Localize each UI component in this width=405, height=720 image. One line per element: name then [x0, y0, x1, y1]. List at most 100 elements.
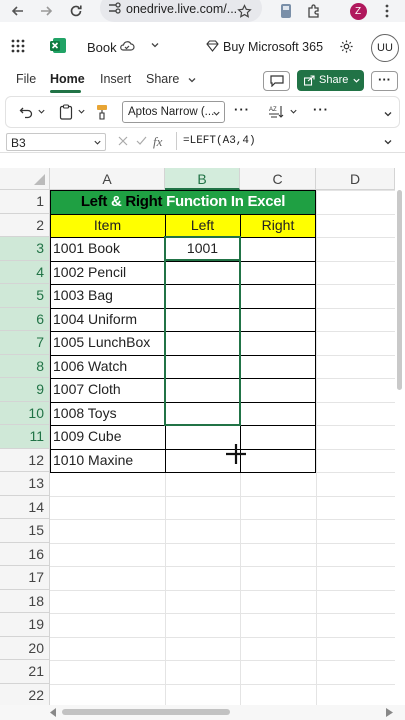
- settings-gear-icon[interactable]: [339, 39, 354, 54]
- row-header[interactable]: 8: [0, 354, 50, 378]
- row-header[interactable]: 11: [0, 425, 50, 449]
- insert-function-button[interactable]: fx: [153, 134, 162, 150]
- more-font-options[interactable]: ···: [234, 102, 250, 117]
- active-cell[interactable]: [164, 236, 241, 261]
- column-header-c[interactable]: C: [240, 168, 316, 190]
- row-header[interactable]: 3: [0, 237, 50, 261]
- tab-home[interactable]: Home: [50, 72, 85, 86]
- row-header[interactable]: 1: [0, 190, 50, 214]
- title-banner[interactable]: Left & Right Function In Excel: [50, 190, 316, 214]
- comment-icon: [270, 75, 284, 87]
- document-title[interactable]: Book: [87, 40, 117, 55]
- cell-item[interactable]: 1004 Uniform: [50, 308, 165, 332]
- tab-file[interactable]: File: [16, 72, 36, 86]
- row-header[interactable]: 16: [0, 542, 50, 566]
- expand-ribbon-chevron-icon[interactable]: [383, 109, 393, 119]
- column-header-d[interactable]: D: [316, 168, 395, 190]
- format-painter-icon[interactable]: [96, 104, 108, 120]
- diamond-icon: [206, 40, 219, 52]
- formula-input[interactable]: =LEFT(A3,4): [183, 135, 256, 147]
- gridline-h: [50, 660, 395, 661]
- row-header[interactable]: 9: [0, 378, 50, 402]
- header-left[interactable]: Left: [165, 213, 240, 237]
- app-launcher-icon[interactable]: [11, 39, 25, 53]
- row-header[interactable]: 19: [0, 613, 50, 637]
- scroll-left-arrow-icon[interactable]: [50, 708, 57, 717]
- extensions-icon[interactable]: [304, 1, 324, 21]
- table-border-h: [50, 472, 316, 473]
- select-all-corner[interactable]: [0, 168, 50, 190]
- browser-menu-icon[interactable]: [377, 1, 397, 21]
- gridline-h: [50, 495, 395, 497]
- more-options-button[interactable]: ···: [371, 71, 398, 91]
- cell-item[interactable]: 1007 Cloth: [50, 378, 165, 402]
- selection-range[interactable]: [164, 236, 241, 426]
- row-header[interactable]: 12: [0, 448, 50, 472]
- buy-microsoft-link[interactable]: Buy Microsoft 365: [223, 40, 323, 54]
- row-header[interactable]: 7: [0, 331, 50, 355]
- column-header-b[interactable]: B: [165, 168, 240, 190]
- bookmark-star-icon[interactable]: [234, 1, 254, 21]
- vertical-scrollbar[interactable]: [397, 190, 402, 390]
- row-header[interactable]: 17: [0, 566, 50, 590]
- cloud-saved-icon: [119, 40, 135, 52]
- tab-insert[interactable]: Insert: [100, 72, 131, 86]
- cell-item[interactable]: 1005 LunchBox: [50, 331, 165, 355]
- cell-item[interactable]: 1008 Toys: [50, 402, 165, 426]
- save-page-icon[interactable]: [276, 1, 296, 21]
- cancel-entry-icon[interactable]: [118, 136, 128, 146]
- excel-icon[interactable]: [50, 37, 67, 54]
- undo-icon[interactable]: [19, 105, 33, 119]
- row-header[interactable]: 15: [0, 519, 50, 543]
- tab-share[interactable]: Share: [146, 72, 179, 86]
- font-name-select[interactable]: Aptos Narrow (...: [122, 101, 225, 123]
- title-rest: Function In Excel: [166, 193, 286, 210]
- expand-formula-chevron-icon[interactable]: [383, 137, 393, 147]
- avatar[interactable]: UU: [371, 34, 399, 62]
- profile-avatar[interactable]: Z: [348, 1, 368, 21]
- cell-item[interactable]: 1006 Watch: [50, 355, 165, 379]
- row-header[interactable]: 13: [0, 472, 50, 496]
- header-item[interactable]: Item: [50, 213, 165, 237]
- table-border-v: [315, 190, 316, 472]
- back-arrow-icon[interactable]: [8, 1, 28, 21]
- chevron-down-icon[interactable]: [150, 40, 160, 50]
- row-header[interactable]: 6: [0, 307, 50, 331]
- worksheet-grid[interactable]: A B C D 1 2 3 4 5 6 7 8 9 10 11 12 13 14 15 16 17 18 19 20 2…: [0, 168, 395, 710]
- row-header[interactable]: 20: [0, 636, 50, 660]
- sort-filter-icon[interactable]: AZ: [268, 104, 284, 120]
- paste-chevron-icon[interactable]: [77, 107, 86, 116]
- forward-arrow-icon[interactable]: [36, 1, 56, 21]
- row-header[interactable]: 14: [0, 495, 50, 519]
- cell-item[interactable]: 1010 Maxine: [50, 449, 165, 473]
- name-box[interactable]: B3: [6, 133, 106, 151]
- header-right[interactable]: Right: [240, 213, 316, 237]
- row-header[interactable]: 5: [0, 284, 50, 308]
- column-header-a[interactable]: A: [50, 168, 165, 190]
- cell-item[interactable]: 1001 Book: [50, 237, 165, 261]
- reload-icon[interactable]: [66, 1, 86, 21]
- cell-item[interactable]: 1009 Cube: [50, 425, 165, 449]
- share-button[interactable]: Share: [297, 70, 364, 91]
- row-header[interactable]: 22: [0, 683, 50, 707]
- row-header[interactable]: 18: [0, 589, 50, 613]
- comments-button[interactable]: [263, 71, 290, 91]
- site-info-icon[interactable]: [108, 2, 121, 14]
- row-header[interactable]: 2: [0, 213, 50, 237]
- cell-item[interactable]: 1003 Bag: [50, 284, 165, 308]
- title-right: Right: [125, 193, 167, 210]
- horizontal-scrollbar[interactable]: [62, 709, 230, 715]
- cell-item[interactable]: 1002 Pencil: [50, 261, 165, 285]
- share-chevron-icon: [353, 78, 360, 83]
- more-tools[interactable]: ···: [313, 102, 329, 117]
- name-box-chevron-icon: [94, 140, 101, 145]
- paste-clipboard-icon[interactable]: [59, 104, 73, 120]
- row-header[interactable]: 10: [0, 401, 50, 425]
- more-tabs-chevron-icon[interactable]: [187, 75, 197, 85]
- sort-chevron-icon[interactable]: [289, 107, 298, 116]
- confirm-entry-icon[interactable]: [136, 136, 147, 146]
- undo-chevron-icon[interactable]: [37, 107, 46, 116]
- row-header[interactable]: 21: [0, 660, 50, 684]
- scroll-right-arrow-icon[interactable]: [386, 708, 393, 717]
- row-header[interactable]: 4: [0, 260, 50, 284]
